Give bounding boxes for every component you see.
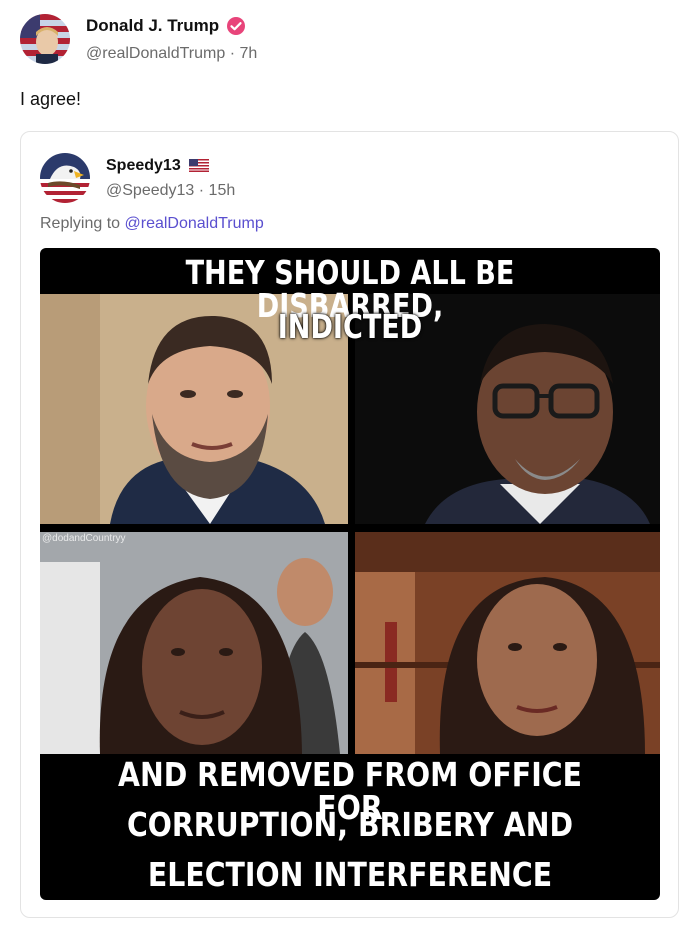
author-handle[interactable]: @realDonaldTrump [86, 45, 225, 62]
meme-watermark: @dodandCountryy [42, 533, 126, 544]
author-handle-line: @realDonaldTrump · 7h [86, 45, 257, 63]
verified-check-icon [226, 16, 246, 36]
meme-panel-bottom-right [355, 532, 660, 754]
replying-mention-link[interactable]: @realDonaldTrump [125, 215, 264, 232]
replying-prefix: Replying to [40, 215, 121, 232]
quoted-time[interactable]: 15h [209, 182, 236, 199]
us-flag-icon [189, 159, 210, 173]
quoted-handle[interactable]: @Speedy13 [106, 182, 194, 199]
separator-dot: · [198, 182, 209, 199]
meme-bottom-line-2: CORRUPTION, BRIBERY AND [126, 805, 574, 844]
quoted-author-avatar[interactable] [40, 153, 90, 203]
quoted-author-name-text: Speedy13 [106, 157, 181, 174]
post-body-text: I agree! [20, 89, 82, 109]
author-name[interactable]: Donald J. Trump [86, 16, 219, 36]
meme-panel-bottom-left [40, 532, 348, 754]
post-time[interactable]: 7h [240, 45, 258, 62]
author-avatar[interactable] [20, 14, 70, 64]
meme-image[interactable]: THEY SHOULD ALL BE DISBARRED, INDICTED @… [40, 248, 660, 900]
separator-dot: · [229, 45, 240, 62]
quoted-author-name[interactable]: Speedy13 [106, 157, 210, 175]
meme-top-line-2: INDICTED [277, 307, 423, 346]
replying-to-line: Replying to @realDonaldTrump [40, 215, 264, 233]
quoted-handle-line: @Speedy13 · 15h [106, 182, 235, 200]
meme-bottom-line-3: ELECTION INTERFERENCE [147, 855, 553, 894]
